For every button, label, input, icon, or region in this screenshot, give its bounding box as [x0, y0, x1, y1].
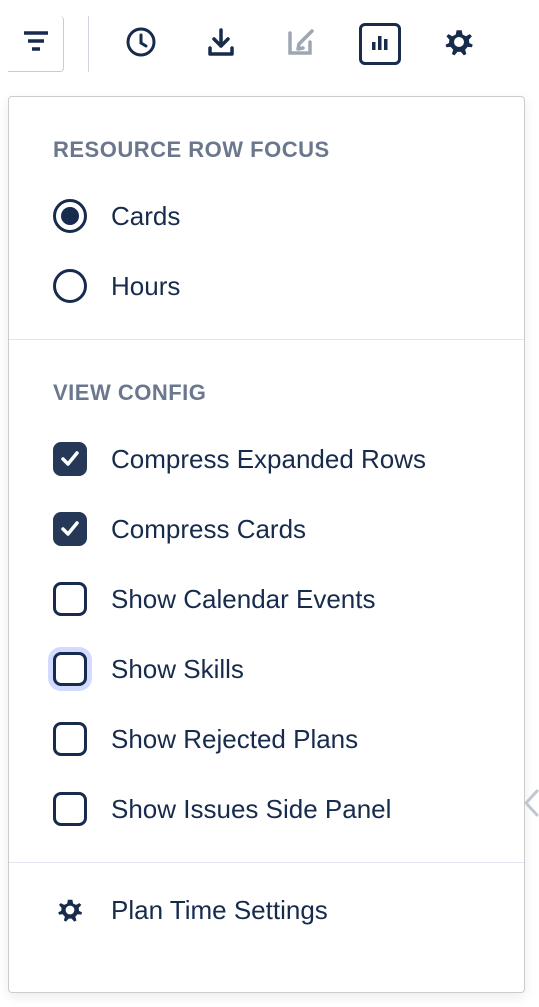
checkbox-label: Compress Expanded Rows	[111, 444, 426, 475]
section-actions: Plan Time Settings	[9, 862, 524, 961]
gear-icon	[443, 26, 475, 63]
settings-dropdown-panel: RESOURCE ROW FOCUS Cards Hours VIEW CONF…	[8, 96, 525, 993]
section-view-config: VIEW CONFIG Compress Expanded Rows Compre…	[9, 339, 524, 862]
radio-hours[interactable]: Hours	[53, 269, 480, 303]
checkbox-indicator	[53, 442, 87, 476]
checkbox-label: Compress Cards	[111, 514, 306, 545]
checkbox-indicator	[53, 582, 87, 616]
action-label: Plan Time Settings	[111, 895, 328, 926]
checkbox-compress_rows[interactable]: Compress Expanded Rows	[53, 442, 480, 476]
chevron-left-icon	[522, 788, 539, 825]
radio-label: Cards	[111, 201, 180, 232]
checkbox-indicator	[53, 652, 87, 686]
radio-indicator	[53, 199, 87, 233]
toolbar-separator	[88, 16, 89, 72]
filter-icon	[24, 31, 48, 56]
checkbox-compress_cards[interactable]: Compress Cards	[53, 512, 480, 546]
checkbox-indicator	[53, 792, 87, 826]
filter-button[interactable]	[8, 16, 64, 72]
section-resource-row-focus: RESOURCE ROW FOCUS Cards Hours	[9, 97, 524, 339]
checkbox-label: Show Calendar Events	[111, 584, 375, 615]
checkbox-label: Show Skills	[111, 654, 244, 685]
edit-icon	[285, 26, 317, 63]
plan-time-settings-button[interactable]: Plan Time Settings	[53, 893, 480, 927]
checkbox-indicator	[53, 512, 87, 546]
clock-button[interactable]	[113, 16, 169, 72]
checkbox-label: Show Rejected Plans	[111, 724, 358, 755]
section-header-view: VIEW CONFIG	[53, 380, 480, 406]
checkbox-indicator	[53, 722, 87, 756]
settings-button[interactable]	[431, 16, 487, 72]
checkbox-show_skills[interactable]: Show Skills	[53, 652, 480, 686]
download-button[interactable]	[193, 16, 249, 72]
toolbar	[0, 0, 539, 88]
checkbox-label: Show Issues Side Panel	[111, 794, 391, 825]
checkbox-show_calendar[interactable]: Show Calendar Events	[53, 582, 480, 616]
radio-cards[interactable]: Cards	[53, 199, 480, 233]
checkbox-show_rejected[interactable]: Show Rejected Plans	[53, 722, 480, 756]
bar-chart-icon	[369, 31, 391, 58]
radio-indicator	[53, 269, 87, 303]
section-header-focus: RESOURCE ROW FOCUS	[53, 137, 480, 163]
chart-button[interactable]	[359, 23, 401, 65]
download-icon	[205, 26, 237, 63]
gear-icon	[53, 893, 87, 927]
clock-icon	[125, 26, 157, 63]
edit-button[interactable]	[273, 16, 329, 72]
radio-label: Hours	[111, 271, 180, 302]
checkbox-show_issues_panel[interactable]: Show Issues Side Panel	[53, 792, 480, 826]
